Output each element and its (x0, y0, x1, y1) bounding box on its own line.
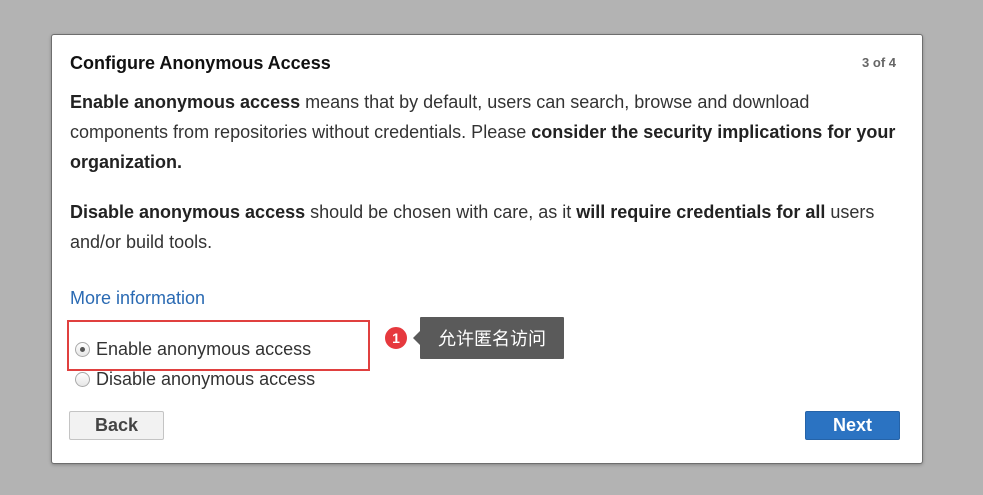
setup-wizard-dialog: Configure Anonymous Access 3 of 4 Enable… (51, 34, 923, 464)
disable-anonymous-radio[interactable] (75, 372, 90, 387)
next-button[interactable]: Next (805, 411, 900, 440)
dialog-title: Configure Anonymous Access (70, 53, 331, 73)
more-information-link[interactable]: More information (70, 288, 205, 309)
enable-anonymous-label: Enable anonymous access (96, 339, 312, 359)
disable-anonymous-option[interactable]: Disable anonymous access (75, 369, 315, 390)
annotation-number-badge: 1 (383, 325, 409, 351)
annotation-tooltip: 允许匿名访问 (413, 317, 564, 359)
disable-anonymous-label: Disable anonymous access (96, 369, 316, 389)
enable-anonymous-option[interactable]: Enable anonymous access (75, 339, 311, 360)
enable-anonymous-radio[interactable] (75, 342, 90, 357)
step-indicator: 3 of 4 (862, 55, 896, 70)
enable-description: Enable anonymous access means that by de… (70, 87, 900, 177)
credentials-required-bold: will require credentials for all (576, 202, 826, 222)
disable-description-bold: Disable anonymous access (70, 202, 306, 222)
disable-description: Disable anonymous access should be chose… (70, 197, 900, 257)
back-button[interactable]: Back (69, 411, 164, 440)
enable-description-bold: Enable anonymous access (70, 92, 301, 112)
disable-description-text: should be chosen with care, as it (305, 202, 577, 222)
